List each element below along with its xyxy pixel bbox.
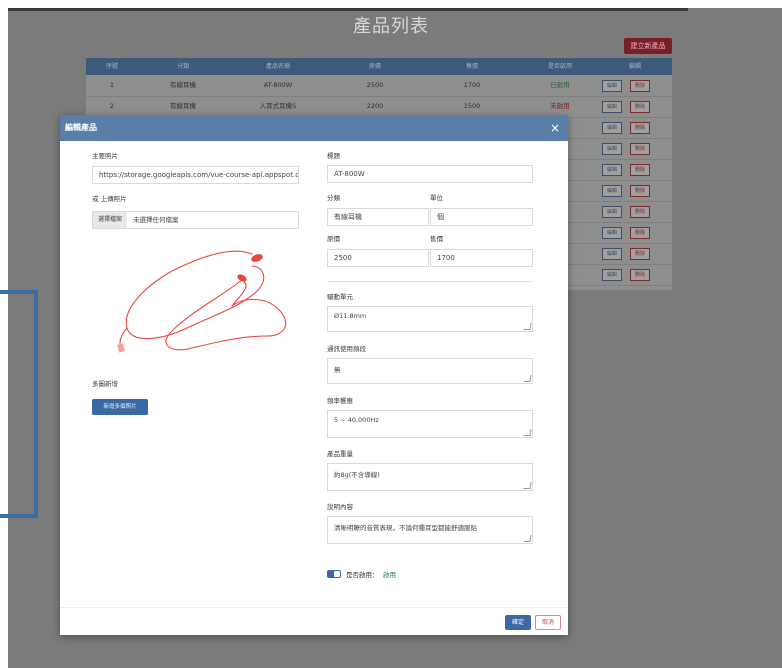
create-product-button[interactable]: 建立新產品: [624, 38, 672, 54]
edit-button[interactable]: 編輯: [602, 206, 622, 218]
file-upload-input[interactable]: 選擇檔案 未選擇任何檔案: [92, 211, 299, 229]
side-panel-frame: [0, 290, 38, 518]
price-label: 售價: [430, 235, 443, 243]
col-status: 是否啟用: [547, 63, 572, 70]
row-index: 2: [109, 102, 115, 110]
row-price: 1500: [463, 102, 481, 110]
modal-title: 編輯產品: [65, 123, 97, 132]
weight-label: 產品重量: [327, 450, 353, 458]
price-input[interactable]: 1700: [430, 249, 533, 267]
row-status: 未啟用: [550, 102, 570, 110]
table-header: 序號 分類 產品名稱 原價 售價 是否啟用 編輯: [86, 58, 672, 75]
main-image-label: 主要照片: [92, 152, 118, 160]
driver-value: Ø11.8mm: [334, 312, 367, 320]
row-name: 入耳式耳機S: [259, 102, 297, 110]
delete-button[interactable]: 刪除: [630, 122, 650, 134]
product-image: [92, 236, 299, 368]
close-icon[interactable]: ×: [548, 115, 562, 141]
origin-price-label: 原價: [327, 235, 340, 243]
upload-label: 或 上傳照片: [92, 195, 127, 203]
resize-handle-icon[interactable]: [523, 323, 532, 330]
col-price: 售價: [465, 63, 478, 70]
delete-button[interactable]: 刪除: [630, 248, 650, 260]
delete-button[interactable]: 刪除: [630, 101, 650, 113]
edit-button[interactable]: 編輯: [602, 248, 622, 260]
file-status-text: 未選擇任何檔案: [133, 216, 179, 224]
confirm-button[interactable]: 確定: [505, 615, 531, 630]
description-textarea[interactable]: 清晰明瞭的音質表現，不論何種耳型都能舒適服貼: [327, 516, 533, 544]
frequency-textarea[interactable]: 5 ~ 40,000Hz: [327, 410, 533, 438]
unit-label: 單位: [430, 194, 443, 202]
delete-button[interactable]: 刪除: [630, 185, 650, 197]
resize-handle-icon[interactable]: [523, 375, 532, 382]
driver-textarea[interactable]: Ø11.8mm: [327, 306, 533, 332]
enabled-toggle[interactable]: [327, 570, 341, 578]
row-category: 有線耳機: [170, 81, 196, 89]
category-input[interactable]: 有線耳機: [327, 208, 429, 226]
mic-value: 無: [334, 366, 341, 374]
mic-textarea[interactable]: 無: [327, 358, 533, 384]
earphone-cable-image: [117, 250, 287, 353]
row-index: 1: [109, 81, 115, 89]
row-origin-price: 2500: [366, 81, 384, 89]
modal-footer-divider: [60, 607, 568, 608]
choose-file-button[interactable]: 選擇檔案: [93, 212, 127, 228]
category-label: 分類: [327, 194, 340, 202]
row-price: 1700: [463, 81, 481, 89]
edit-button[interactable]: 編輯: [602, 185, 622, 197]
resize-handle-icon[interactable]: [523, 429, 532, 436]
title-label: 標題: [327, 152, 340, 160]
col-category: 分類: [176, 63, 189, 70]
mic-label: 通訊使用頻段: [327, 345, 366, 353]
main-image-url-input[interactable]: https://storage.googleapis.com/vue-cours…: [92, 166, 299, 184]
description-value: 清晰明瞭的音質表現，不論何種耳型都能舒適服貼: [334, 524, 477, 532]
table-row: 1 有線耳機 AT-800W 2500 1700 已啟用 編輯 刪除: [86, 75, 672, 97]
col-name: 產品名稱: [265, 63, 290, 70]
row-status: 已啟用: [550, 81, 570, 89]
top-border: [8, 8, 688, 11]
title-input[interactable]: AT-800W: [327, 165, 533, 183]
edit-button[interactable]: 編輯: [602, 122, 622, 134]
frequency-value: 5 ~ 40,000Hz: [334, 416, 379, 424]
resize-handle-icon[interactable]: [523, 535, 532, 542]
weight-value: 約8g(不含導線): [334, 471, 380, 479]
col-origin-price: 原價: [368, 63, 381, 70]
enabled-state: 啟用: [383, 571, 396, 579]
delete-button[interactable]: 刪除: [630, 227, 650, 239]
unit-input[interactable]: 個: [430, 208, 533, 226]
cancel-button[interactable]: 取消: [535, 615, 561, 630]
row-origin-price: 2200: [366, 102, 384, 110]
description-label: 說明內容: [327, 503, 353, 511]
edit-button[interactable]: 編輯: [602, 269, 622, 281]
edit-button[interactable]: 編輯: [602, 143, 622, 155]
edit-button[interactable]: 編輯: [602, 164, 622, 176]
row-category: 有線耳機: [170, 102, 196, 110]
edit-button[interactable]: 編輯: [602, 227, 622, 239]
delete-button[interactable]: 刪除: [630, 164, 650, 176]
origin-price-input[interactable]: 2500: [327, 249, 429, 267]
delete-button[interactable]: 刪除: [630, 80, 650, 92]
multi-image-label: 多圖新增: [92, 380, 118, 388]
delete-button[interactable]: 刪除: [630, 269, 650, 281]
col-index: 序號: [105, 63, 118, 70]
frequency-label: 頻率響應: [327, 397, 353, 405]
delete-button[interactable]: 刪除: [630, 143, 650, 155]
page-title: 產品列表: [353, 16, 429, 37]
edit-button[interactable]: 編輯: [602, 101, 622, 113]
add-images-button[interactable]: 新增多個照片: [92, 399, 148, 415]
edit-button[interactable]: 編輯: [602, 80, 622, 92]
resize-handle-icon[interactable]: [523, 482, 532, 489]
col-actions: 編輯: [628, 63, 641, 70]
section-divider: [327, 281, 533, 282]
modal-header: 編輯產品 ×: [60, 115, 568, 141]
weight-textarea[interactable]: 約8g(不含導線): [327, 463, 533, 491]
enabled-label: 是否啟用：: [346, 571, 379, 579]
delete-button[interactable]: 刪除: [630, 206, 650, 218]
row-name: AT-800W: [263, 81, 293, 89]
driver-label: 驅動單元: [327, 293, 353, 301]
